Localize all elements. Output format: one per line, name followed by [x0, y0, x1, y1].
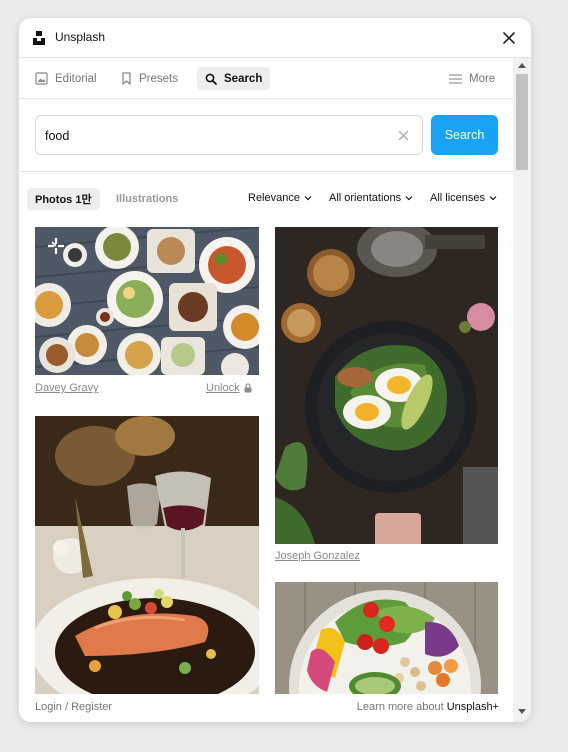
- unlock-label: Unlock: [206, 382, 240, 394]
- photo-image: [275, 582, 498, 694]
- plus-badge-icon: [48, 238, 64, 254]
- search-input[interactable]: [45, 126, 375, 146]
- app-title: Unsplash: [55, 30, 106, 44]
- learn-more-text: Learn more about Unsplash+: [357, 701, 499, 713]
- unsplash-panel: Unsplash Editorial Presets Search More f…: [19, 18, 531, 722]
- scroll-down-arrow-icon[interactable]: [518, 709, 526, 714]
- tab-editorial[interactable]: Editorial: [27, 67, 105, 90]
- chevron-down-icon: [304, 196, 312, 201]
- unsplash-logo-icon: [33, 31, 45, 45]
- tab-presets[interactable]: Presets: [113, 67, 186, 90]
- login-register-link[interactable]: Login / Register: [35, 701, 112, 713]
- photo-salmon-plate[interactable]: [35, 416, 259, 694]
- close-icon[interactable]: [501, 30, 517, 46]
- image-icon: [35, 72, 48, 85]
- hamburger-icon: [449, 73, 462, 84]
- photo-image: [275, 227, 498, 544]
- sort-label: Relevance: [248, 192, 300, 204]
- search-icon: [205, 73, 217, 85]
- lock-icon: [244, 383, 252, 393]
- tab-illustrations[interactable]: Illustrations: [108, 188, 186, 210]
- more-menu-button[interactable]: More: [441, 67, 503, 90]
- chevron-down-icon: [489, 196, 497, 201]
- license-label: All licenses: [430, 192, 486, 204]
- photo-image: [35, 227, 259, 375]
- orientation-dropdown[interactable]: All orientations: [329, 192, 413, 204]
- photo-image: [35, 416, 259, 694]
- search-button[interactable]: Search: [431, 115, 498, 155]
- tab-label: Search: [224, 72, 263, 85]
- photo-food-spread[interactable]: [35, 227, 259, 375]
- nav-tabs: Editorial Presets Search More: [19, 58, 513, 99]
- search-field: [35, 115, 423, 155]
- tab-search[interactable]: Search: [197, 67, 271, 90]
- tab-photos[interactable]: Photos 1만: [27, 188, 100, 210]
- tab-label: Presets: [139, 72, 178, 85]
- search-row: Search: [19, 99, 513, 172]
- more-label: More: [469, 72, 496, 85]
- orientation-label: All orientations: [329, 192, 402, 204]
- sort-dropdown[interactable]: Relevance: [248, 192, 312, 204]
- title-bar: Unsplash: [19, 18, 531, 58]
- photo-credit[interactable]: Davey Gravy: [35, 382, 99, 394]
- scroll-up-arrow-icon[interactable]: [518, 63, 526, 68]
- footer: Login / Register Learn more about Unspla…: [19, 694, 513, 722]
- tab-label: Editorial: [55, 72, 97, 85]
- chevron-down-icon: [405, 196, 413, 201]
- scrollbar[interactable]: [513, 58, 531, 722]
- clear-icon[interactable]: [398, 130, 409, 141]
- bookmark-icon: [122, 72, 131, 85]
- scrollbar-thumb[interactable]: [516, 74, 528, 170]
- photo-vegetable-bowl[interactable]: [275, 582, 498, 694]
- license-dropdown[interactable]: All licenses: [430, 192, 497, 204]
- unlock-link[interactable]: Unlock: [206, 382, 252, 394]
- unsplash-plus-link[interactable]: Unsplash+: [447, 701, 499, 713]
- photo-egg-salad[interactable]: [275, 227, 498, 544]
- filter-bar: Photos 1만 Illustrations Relevance All or…: [19, 172, 513, 222]
- photo-credit[interactable]: Joseph Gonzalez: [275, 550, 360, 562]
- learn-more-prefix: Learn more about: [356, 701, 444, 713]
